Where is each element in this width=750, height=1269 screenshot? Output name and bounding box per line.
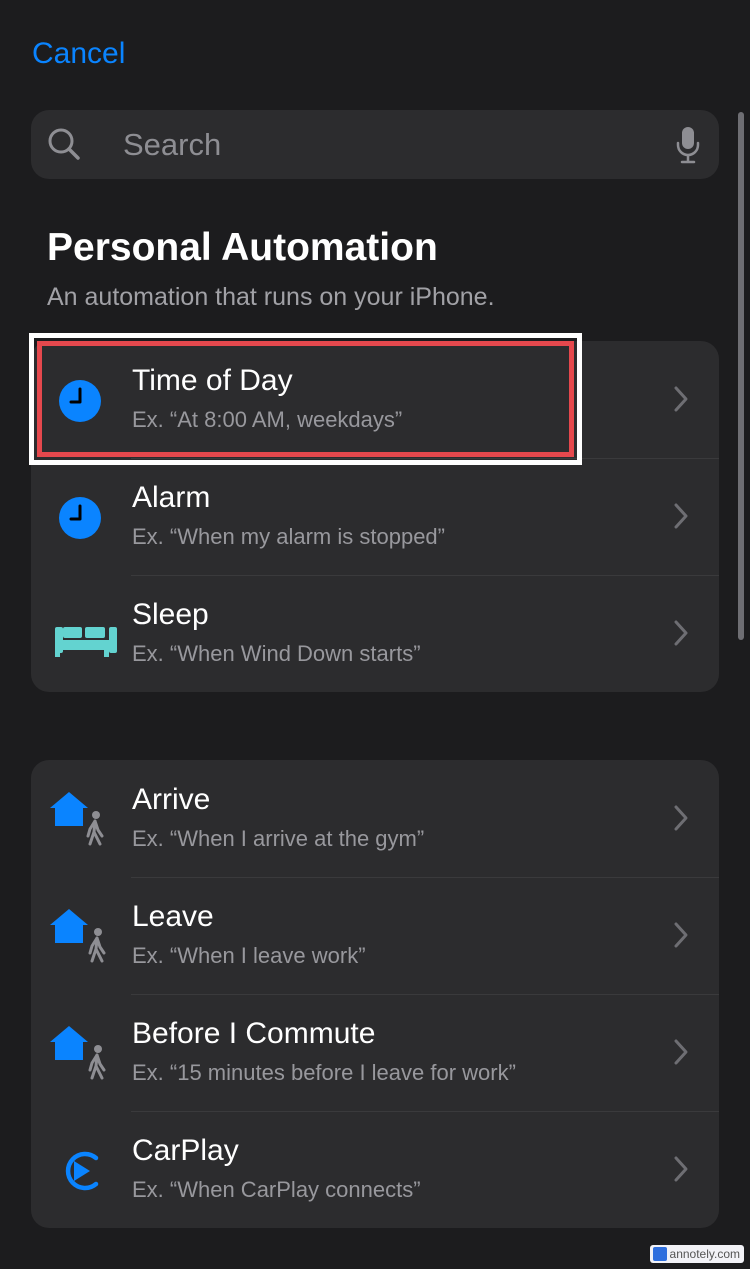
chevron-right-icon <box>674 386 688 412</box>
trigger-row-alarm[interactable]: Alarm Ex. “When my alarm is stopped” <box>31 458 719 575</box>
trigger-row-before-commute[interactable]: Before I Commute Ex. “15 minutes before … <box>31 994 719 1111</box>
trigger-row-carplay[interactable]: CarPlay Ex. “When CarPlay connects” <box>31 1111 719 1228</box>
house-walking-icon <box>50 1026 106 1080</box>
trigger-example: Ex. “When Wind Down starts” <box>132 641 421 666</box>
trigger-title: Before I Commute <box>132 1017 376 1050</box>
page-title: Personal Automation <box>47 226 438 269</box>
scrollbar[interactable] <box>738 112 744 640</box>
trigger-title: Sleep <box>132 598 209 631</box>
chevron-right-icon <box>674 1039 688 1065</box>
search-field[interactable]: Search <box>31 110 719 179</box>
trigger-title: Arrive <box>132 783 211 816</box>
carplay-icon <box>65 1151 99 1191</box>
automation-sheet: Cancel Search Personal Automation An aut… <box>0 0 750 1269</box>
chevron-right-icon <box>674 503 688 529</box>
trigger-title: Leave <box>132 900 214 933</box>
clock-icon <box>59 497 101 539</box>
house-walking-icon <box>50 792 104 846</box>
annotation-highlight-box <box>29 333 582 465</box>
chevron-right-icon <box>674 1156 688 1182</box>
trigger-row-leave[interactable]: Leave Ex. “When I leave work” <box>31 877 719 994</box>
watermark-text: annotely.com <box>669 1247 740 1261</box>
chevron-right-icon <box>674 805 688 831</box>
trigger-group-location: Arrive Ex. “When I arrive at the gym” Le… <box>31 760 719 1228</box>
trigger-title: Alarm <box>132 481 211 514</box>
bed-icon <box>55 627 117 657</box>
microphone-icon[interactable] <box>675 126 701 164</box>
trigger-example: Ex. “When I arrive at the gym” <box>132 826 425 851</box>
cancel-button[interactable]: Cancel <box>32 34 125 74</box>
trigger-title: CarPlay <box>132 1134 239 1167</box>
trigger-example: Ex. “When my alarm is stopped” <box>132 524 445 549</box>
trigger-row-sleep[interactable]: Sleep Ex. “When Wind Down starts” <box>31 575 719 692</box>
chevron-right-icon <box>674 922 688 948</box>
annotely-logo-icon <box>652 1247 667 1261</box>
search-placeholder: Search <box>123 127 222 162</box>
trigger-example: Ex. “When CarPlay connects” <box>132 1177 421 1202</box>
watermark: annotely.com <box>649 1245 744 1263</box>
page-subtitle: An automation that runs on your iPhone. <box>47 283 495 311</box>
chevron-right-icon <box>674 620 688 646</box>
magnifyingglass-icon <box>48 128 80 160</box>
trigger-example: Ex. “When I leave work” <box>132 943 366 968</box>
trigger-example: Ex. “15 minutes before I leave for work” <box>132 1060 516 1085</box>
house-walking-icon <box>50 909 106 963</box>
trigger-row-arrive[interactable]: Arrive Ex. “When I arrive at the gym” <box>31 760 719 877</box>
